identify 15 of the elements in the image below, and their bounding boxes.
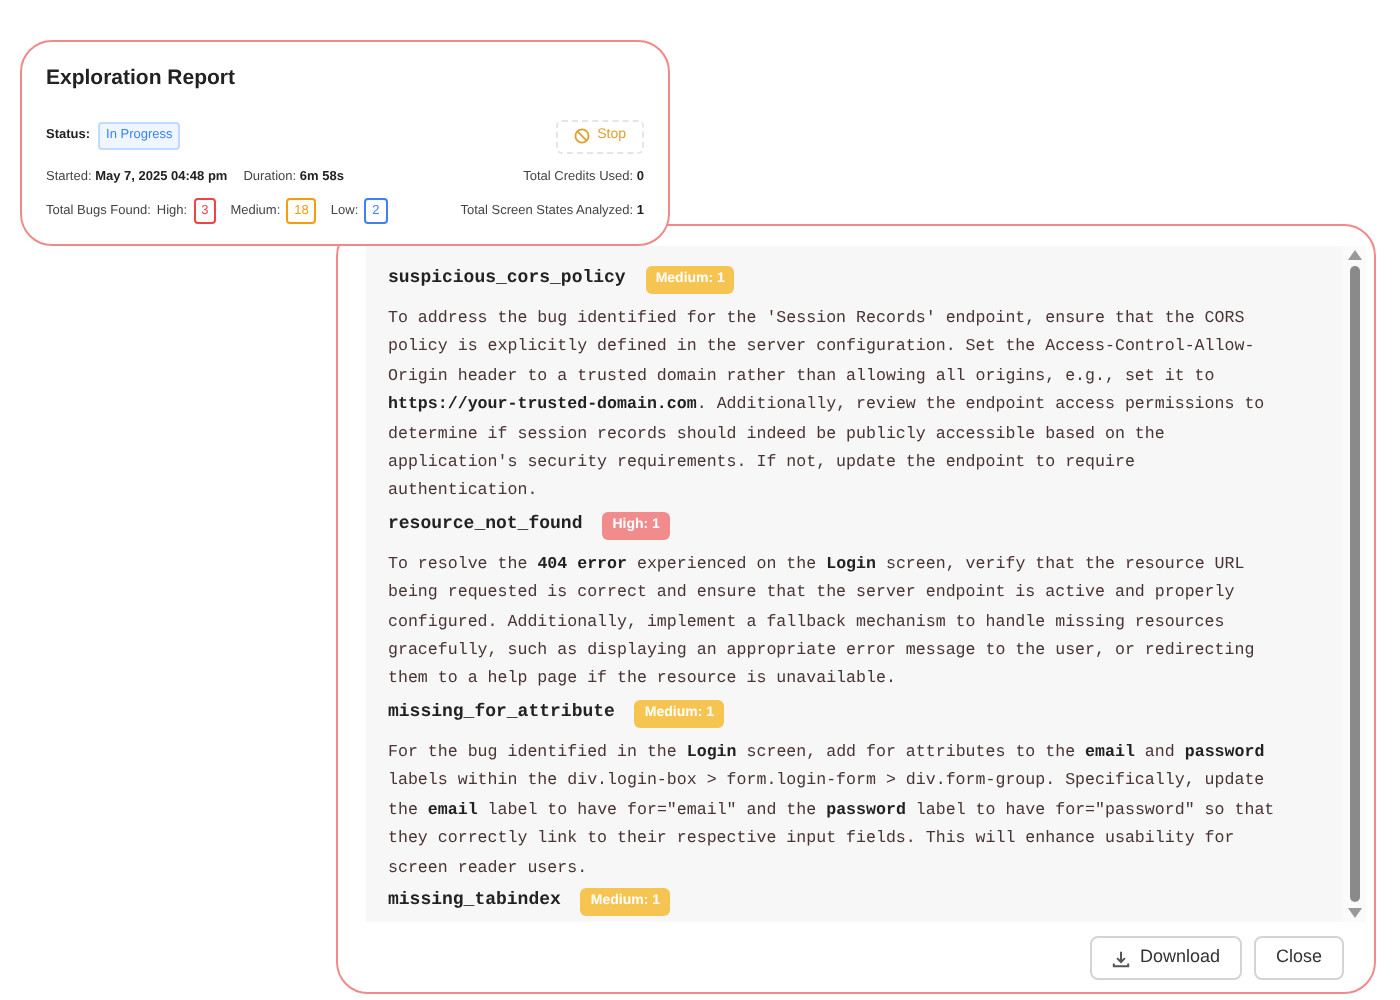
scrollbar-thumb[interactable] xyxy=(1349,266,1359,902)
stop-icon xyxy=(573,128,590,145)
finding-description: For the bug identified in the Login screen, add for attributes to the email and password labels within the div.login-box > form.login-form > div.form-group. Specifically, update the email label to have for="email" and the password label to have for="password" so that they correctly link to their respective input fields. This will enhance usability for screen reader users. xyxy=(388,741,1276,881)
finding-description: To resolve the 404 error experienced on the Login screen, verify that the resource URL being requested is correct and ensure that the server endpoint is active and properly configured. Additionally, implement a fallback mechanism to handle missing resources gracefully, such as displaying an appropriate error message to the user, or redirecting them to a help page if the resource is unavailable. xyxy=(388,553,1257,693)
finding-title: resource_not_found xyxy=(388,512,583,539)
scroll-down-icon[interactable] xyxy=(1347,908,1361,918)
finding-title: suspicious_cors_policy xyxy=(388,266,626,293)
close-button[interactable]: Close xyxy=(1253,936,1344,980)
finding-title: missing_for_attribute xyxy=(388,700,615,727)
scroll-up-icon[interactable] xyxy=(1347,250,1361,260)
download-button[interactable]: Download xyxy=(1089,936,1242,980)
report-title: Exploration Report xyxy=(46,64,238,94)
download-icon xyxy=(1111,949,1130,967)
finding-title: missing_tabindex xyxy=(388,888,561,915)
finding-description: To address the bug identified for the 'Session Records' endpoint, ensure that the CORS policy is explicitly defined in the server configuration. Set the Access-Control-Allow-Origin header to a trusted domain rather than allowing all origins, e.g., set it to https://your-trusted-domain.com. Additionally, review the endpoint access permissions to determine if session records should indeed be publicly accessible based on the application's security requirements. If not, update the endpoint to require authentication. xyxy=(388,308,1267,505)
